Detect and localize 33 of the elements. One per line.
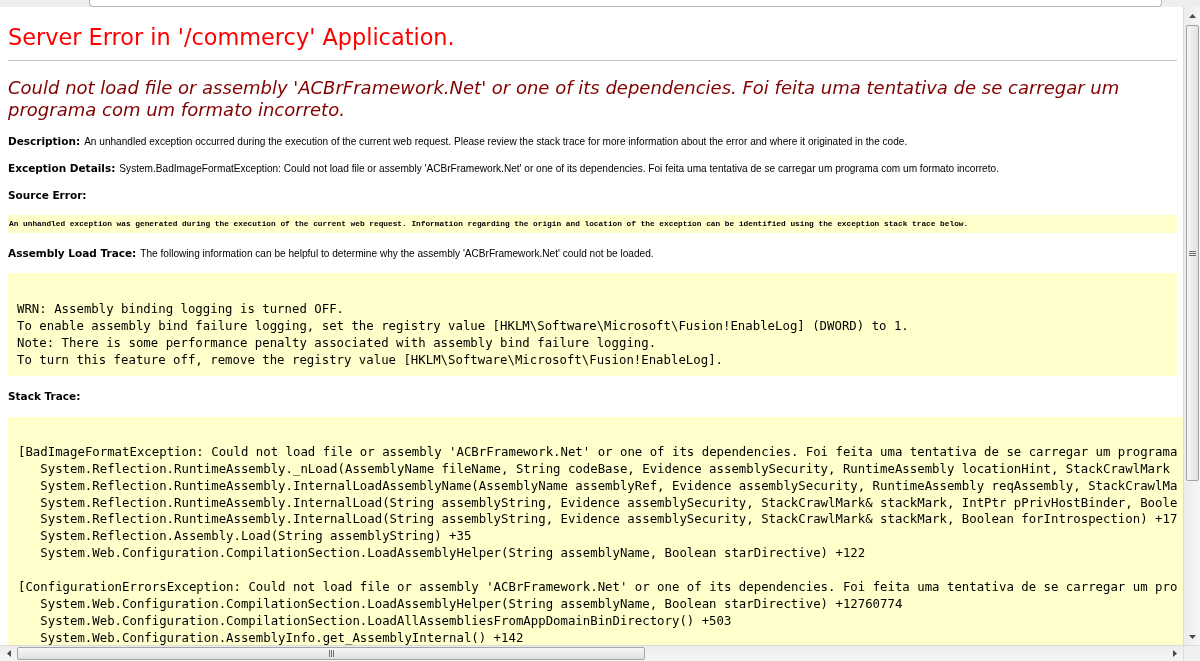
left-arrow-icon[interactable] — [6, 650, 11, 657]
stack-frame-line: System.Web.Configuration.CompilationSection.LoadAllAssembliesFromAppDomainBinDirectory() +503 — [39, 612, 732, 630]
error-message: Could not load file or assembly 'ACBrFramework.Net' or one of its dependencies. Foi feita uma tentativa de se carregar um programa com um formato incorreto. — [8, 77, 1121, 121]
stack-frame-line: System.Web.Configuration.AssemblyInfo.get_AssemblyInternal() +142 — [39, 629, 524, 645]
exception-line: [ConfigurationErrorsException: Could not load file or assembly 'ACBrFramework.Net' or one of its dependencies. Foi feita uma tentativa de se carregar um pro — [18, 579, 1178, 596]
section-label: Exception Details: — [8, 161, 116, 176]
code-line: To enable assembly bind failure logging, set the registry value [HKLM\Software\Microsoft\Fusion!EnableLog] (DWORD) to 1. — [17, 317, 909, 335]
section-text: The following information can be helpful to determine why the assembly 'ACBrFramework.Net' could not be loaded. — [140, 247, 654, 262]
section-label: Description: — [8, 134, 81, 149]
code-line: WRN: Assembly binding logging is turned OFF. — [17, 300, 344, 318]
stack-frame-line: System.Web.Configuration.CompilationSection.LoadAssemblyHelper(String assemblyName, Boolean starDirective) +12760774 — [39, 595, 903, 613]
stack-frame-line: System.Reflection.Assembly.Load(String assemblyString) +35 — [39, 528, 472, 546]
grip-icon — [328, 650, 334, 657]
down-arrow-icon[interactable] — [1188, 634, 1196, 639]
stack-frame-line: System.Web.Configuration.CompilationSection.LoadAssemblyHelper(String assemblyName, Boolean starDirective) +122 — [39, 545, 866, 563]
grip-icon — [1188, 250, 1196, 256]
section-text: An unhandled exception occurred during the execution of the current web request. Please review the stack trace for more information about the error and where it originated in the code. — [84, 135, 908, 150]
scrollbar-thumb[interactable] — [1185, 25, 1199, 481]
stack-frame-line: System.Reflection.RuntimeAssembly._nLoad(AssemblyName fileName, String codeBase, Evidence assemblySecurity, RuntimeAssembly locationHint, StackCrawlMark — [39, 460, 1170, 478]
up-arrow-icon[interactable] — [1188, 13, 1196, 18]
right-arrow-icon[interactable] — [1172, 650, 1177, 657]
code-line: To turn this feature off, remove the registry value [HKLM\Software\Microsoft\Fusion!EnableLog]. — [17, 351, 723, 369]
page-title: Server Error in '/commercy' Application. — [8, 22, 455, 51]
section-text: System.BadImageFormatException: Could not load file or assembly 'ACBrFramework.Net' or one of its dependencies. Foi feita uma tentativa de se carregar um programa com um formato incorreto. — [119, 162, 999, 177]
stack-frame-line: System.Reflection.RuntimeAssembly.InternalLoad(String assemblyString, Evidence assemblySecurity, StackCrawlMark& stackMark, Boolean forIntrospection) +17 — [39, 511, 1178, 529]
code-line: Note: There is some performance penalty associated with assembly bind failure logging. — [17, 334, 657, 352]
section-label: Stack Trace: — [8, 389, 81, 404]
section-label: Assembly Load Trace: — [8, 246, 137, 261]
scrollbar-thumb[interactable] — [17, 647, 645, 660]
section-label: Source Error: — [8, 188, 87, 203]
stack-frame-line: System.Reflection.RuntimeAssembly.InternalLoad(String assemblyString, Evidence assemblySecurity, StackCrawlMark& stackMark, IntPtr pPrivHostBinder, Boole — [39, 494, 1178, 512]
stack-frame-line: System.Reflection.RuntimeAssembly.InternalLoadAssemblyName(AssemblyName assemblyRef, Evidence assemblySecurity, RuntimeAssembly reqAssembly, StackCrawlMa — [39, 477, 1178, 495]
exception-line: [BadImageFormatException: Could not load file or assembly 'ACBrFramework.Net' or one of its dependencies. Foi feita uma tentativa de se carregar um programa — [18, 443, 1178, 461]
